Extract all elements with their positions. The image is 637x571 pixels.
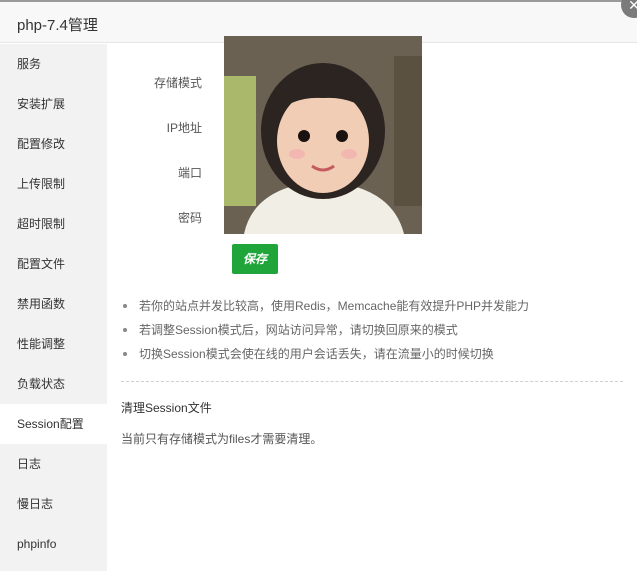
sidebar-item-phpinfo[interactable]: phpinfo (0, 524, 107, 564)
sidebar-item-session-config[interactable]: Session配置 (0, 404, 107, 444)
sidebar-item-service[interactable]: 服务 (0, 44, 107, 84)
section-divider (121, 381, 623, 382)
sidebar-item-slow-logs[interactable]: 慢日志 (0, 484, 107, 524)
sidebar-item-performance[interactable]: 性能调整 (0, 324, 107, 364)
window-title: php-7.4管理 (17, 17, 98, 34)
overlay-photo (224, 36, 422, 234)
sidebar-item-install-extensions[interactable]: 安装扩展 (0, 84, 107, 124)
sidebar-item-upload-limit[interactable]: 上传限制 (0, 164, 107, 204)
sidebar-item-load-status[interactable]: 负载状态 (0, 364, 107, 404)
port-label: 端口 (177, 166, 202, 180)
ip-address-label: IP地址 (166, 121, 202, 135)
storage-mode-label: 存储模式 (153, 76, 202, 90)
tip-item: 若调整Session模式后，网站访问异常，请切换回原来的模式 (121, 321, 529, 345)
save-button[interactable]: 保存 (232, 244, 278, 274)
close-icon[interactable]: ✕ (621, 0, 637, 18)
sidebar-item-config-file[interactable]: 配置文件 (0, 244, 107, 284)
sidebar-item-config-edit[interactable]: 配置修改 (0, 124, 107, 164)
session-config-panel: 存储模式 IP地址 端口 密码 保存 若你的站点并发比较高，使用Redis，Me… (107, 36, 637, 571)
cleanup-session-description: 当前只有存储模式为files才需要清理。 (121, 432, 323, 446)
password-label: 密码 (177, 211, 202, 225)
cleanup-session-title: 清理Session文件 (121, 401, 212, 415)
sidebar: 服务 安装扩展 配置修改 上传限制 超时限制 配置文件 禁用函数 性能调整 负载… (0, 44, 107, 571)
tips-list: 若你的站点并发比较高，使用Redis，Memcache能有效提升PHP并发能力 … (121, 297, 529, 369)
sidebar-item-disabled-functions[interactable]: 禁用函数 (0, 284, 107, 324)
tip-item: 切换Session模式会使在线的用户会话丢失，请在流量小的时候切换 (121, 345, 529, 369)
sidebar-item-logs[interactable]: 日志 (0, 444, 107, 484)
sidebar-item-timeout-limit[interactable]: 超时限制 (0, 204, 107, 244)
tip-item: 若你的站点并发比较高，使用Redis，Memcache能有效提升PHP并发能力 (121, 297, 529, 321)
